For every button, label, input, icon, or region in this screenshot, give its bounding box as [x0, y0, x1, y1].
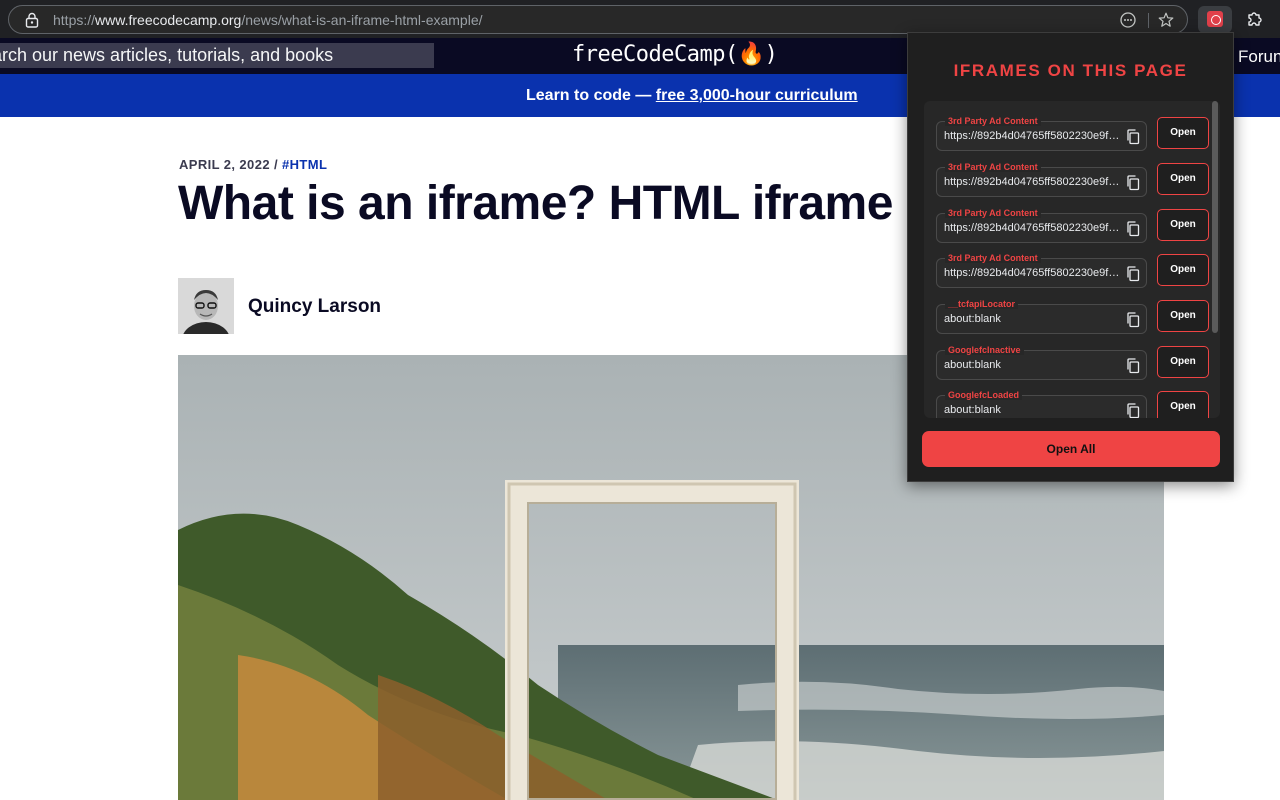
iframe-label: GooglefcLoaded: [945, 390, 1023, 400]
open-button[interactable]: Open: [1157, 209, 1209, 241]
iframe-url-field[interactable]: GooglefcInactive about:blank: [936, 345, 1147, 380]
copy-icon[interactable]: [1126, 358, 1140, 374]
copy-icon[interactable]: [1126, 266, 1140, 282]
iframe-label: 3rd Party Ad Content: [945, 116, 1041, 126]
lock-icon[interactable]: [25, 12, 39, 28]
open-button[interactable]: Open: [1157, 391, 1209, 418]
iframe-url-field[interactable]: 3rd Party Ad Content https://892b4d04765…: [936, 116, 1147, 151]
iframe-label: __tcfapiLocator: [945, 299, 1019, 309]
iframe-list[interactable]: 3rd Party Ad Content https://892b4d04765…: [924, 101, 1220, 418]
search-input[interactable]: arch our news articles, tutorials, and b…: [0, 43, 434, 68]
url-host: www.freecodecamp.org: [95, 12, 242, 28]
omnibox-divider: [1148, 13, 1149, 28]
url-scheme: https://: [53, 12, 96, 28]
open-button[interactable]: Open: [1157, 117, 1209, 149]
iframe-label: GooglefcInactive: [945, 345, 1024, 355]
iframe-item: 3rd Party Ad Content https://892b4d04765…: [936, 205, 1210, 243]
article-date: APRIL 2, 2022: [179, 157, 270, 172]
iframe-item: 3rd Party Ad Content https://892b4d04765…: [936, 250, 1210, 288]
article-title: What is an iframe? HTML iframe Ex: [178, 177, 964, 230]
url-text[interactable]: https://www.freecodecamp.org/news/what-i…: [53, 12, 483, 28]
iframe-item: GooglefcInactive about:blank Open: [936, 342, 1210, 380]
copy-icon[interactable]: [1126, 129, 1140, 145]
iframe-label: 3rd Party Ad Content: [945, 253, 1041, 263]
iframe-extension-button[interactable]: [1198, 6, 1232, 33]
open-button[interactable]: Open: [1157, 163, 1209, 195]
copy-icon[interactable]: [1126, 221, 1140, 237]
banner-text: Learn to code — free 3,000-hour curricul…: [526, 87, 858, 105]
search-placeholder: arch our news articles, tutorials, and b…: [0, 45, 334, 65]
copy-icon[interactable]: [1126, 403, 1140, 418]
banner-prefix: Learn to code —: [526, 87, 656, 104]
iframe-url: https://892b4d04765ff5802230e9f2ac...: [944, 222, 1120, 234]
curriculum-link[interactable]: free 3,000-hour curriculum: [656, 87, 858, 104]
author-photo: [178, 278, 234, 334]
iframe-item: GooglefcLoaded about:blank Open: [936, 387, 1210, 418]
iframe-extension-popup: IFRAMES ON THIS PAGE 3rd Party Ad Conten…: [907, 32, 1234, 482]
article-tag[interactable]: #HTML: [282, 157, 327, 172]
iframe-label: 3rd Party Ad Content: [945, 162, 1041, 172]
puzzle-icon[interactable]: [1246, 10, 1264, 28]
iframe-url: about:blank: [944, 404, 1001, 416]
url-path: /news/what-is-an-iframe-html-example/: [241, 12, 483, 28]
iframe-url-field[interactable]: __tcfapiLocator about:blank: [936, 299, 1147, 334]
iframe-url-field[interactable]: 3rd Party Ad Content https://892b4d04765…: [936, 253, 1147, 288]
article-meta: APRIL 2, 2022 / #HTML: [179, 157, 327, 172]
meta-separator: /: [269, 157, 282, 172]
open-button[interactable]: Open: [1157, 346, 1209, 378]
open-button[interactable]: Open: [1157, 300, 1209, 332]
iframe-url-field[interactable]: GooglefcLoaded about:blank: [936, 390, 1147, 418]
iframe-url-field[interactable]: 3rd Party Ad Content https://892b4d04765…: [936, 162, 1147, 197]
scrollbar[interactable]: [1212, 101, 1218, 333]
iframe-item: 3rd Party Ad Content https://892b4d04765…: [936, 113, 1210, 151]
author-name[interactable]: Quincy Larson: [248, 296, 381, 318]
iframe-url: https://892b4d04765ff5802230e9f2ac...: [944, 176, 1120, 188]
iframe-item: __tcfapiLocator about:blank Open: [936, 296, 1210, 334]
more-options-icon[interactable]: [1120, 12, 1136, 28]
extension-icon: [1207, 11, 1223, 27]
avatar[interactable]: [178, 278, 234, 334]
address-bar[interactable]: https://www.freecodecamp.org/news/what-i…: [8, 5, 1188, 34]
forum-link[interactable]: Forun: [1238, 47, 1280, 67]
open-button[interactable]: Open: [1157, 254, 1209, 286]
iframe-url: about:blank: [944, 359, 1001, 371]
star-icon[interactable]: [1158, 12, 1174, 28]
iframe-item: 3rd Party Ad Content https://892b4d04765…: [936, 159, 1210, 197]
iframe-url: https://892b4d04765ff5802230e9f2ac...: [944, 130, 1120, 142]
iframe-label: 3rd Party Ad Content: [945, 208, 1041, 218]
copy-icon[interactable]: [1126, 312, 1140, 328]
iframe-url: about:blank: [944, 313, 1001, 325]
iframe-url: https://892b4d04765ff5802230e9f2ac...: [944, 267, 1120, 279]
copy-icon[interactable]: [1126, 175, 1140, 191]
fcc-logo[interactable]: freeCodeCamp(🔥): [572, 42, 778, 67]
iframe-url-field[interactable]: 3rd Party Ad Content https://892b4d04765…: [936, 208, 1147, 243]
open-all-button[interactable]: Open All: [922, 431, 1220, 467]
popup-title: IFRAMES ON THIS PAGE: [953, 61, 1188, 80]
